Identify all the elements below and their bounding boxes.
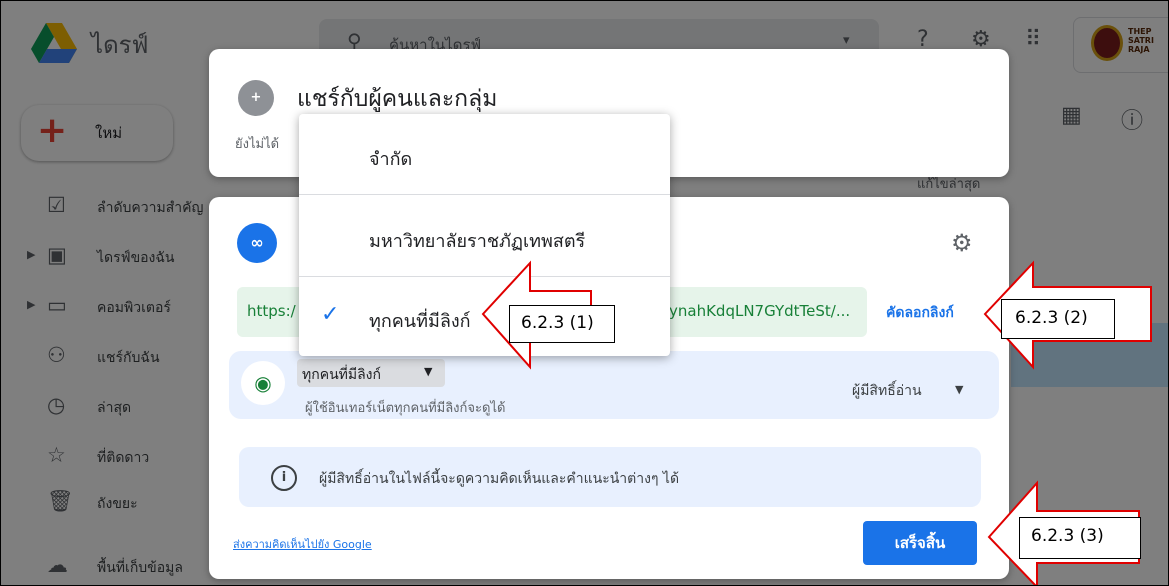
callout-label-1: 6.2.3 (1) xyxy=(521,313,594,333)
screenshot-frame: ไดรฟ์ ⚲ ค้นหาในไดรฟ์ ▾ ? ⚙ ⠿ THEPSATRIRA… xyxy=(0,0,1169,586)
callout-arrows xyxy=(481,260,1152,585)
callout-label-2: 6.2.3 (2) xyxy=(1015,308,1088,328)
callout-label-3: 6.2.3 (3) xyxy=(1031,526,1104,546)
